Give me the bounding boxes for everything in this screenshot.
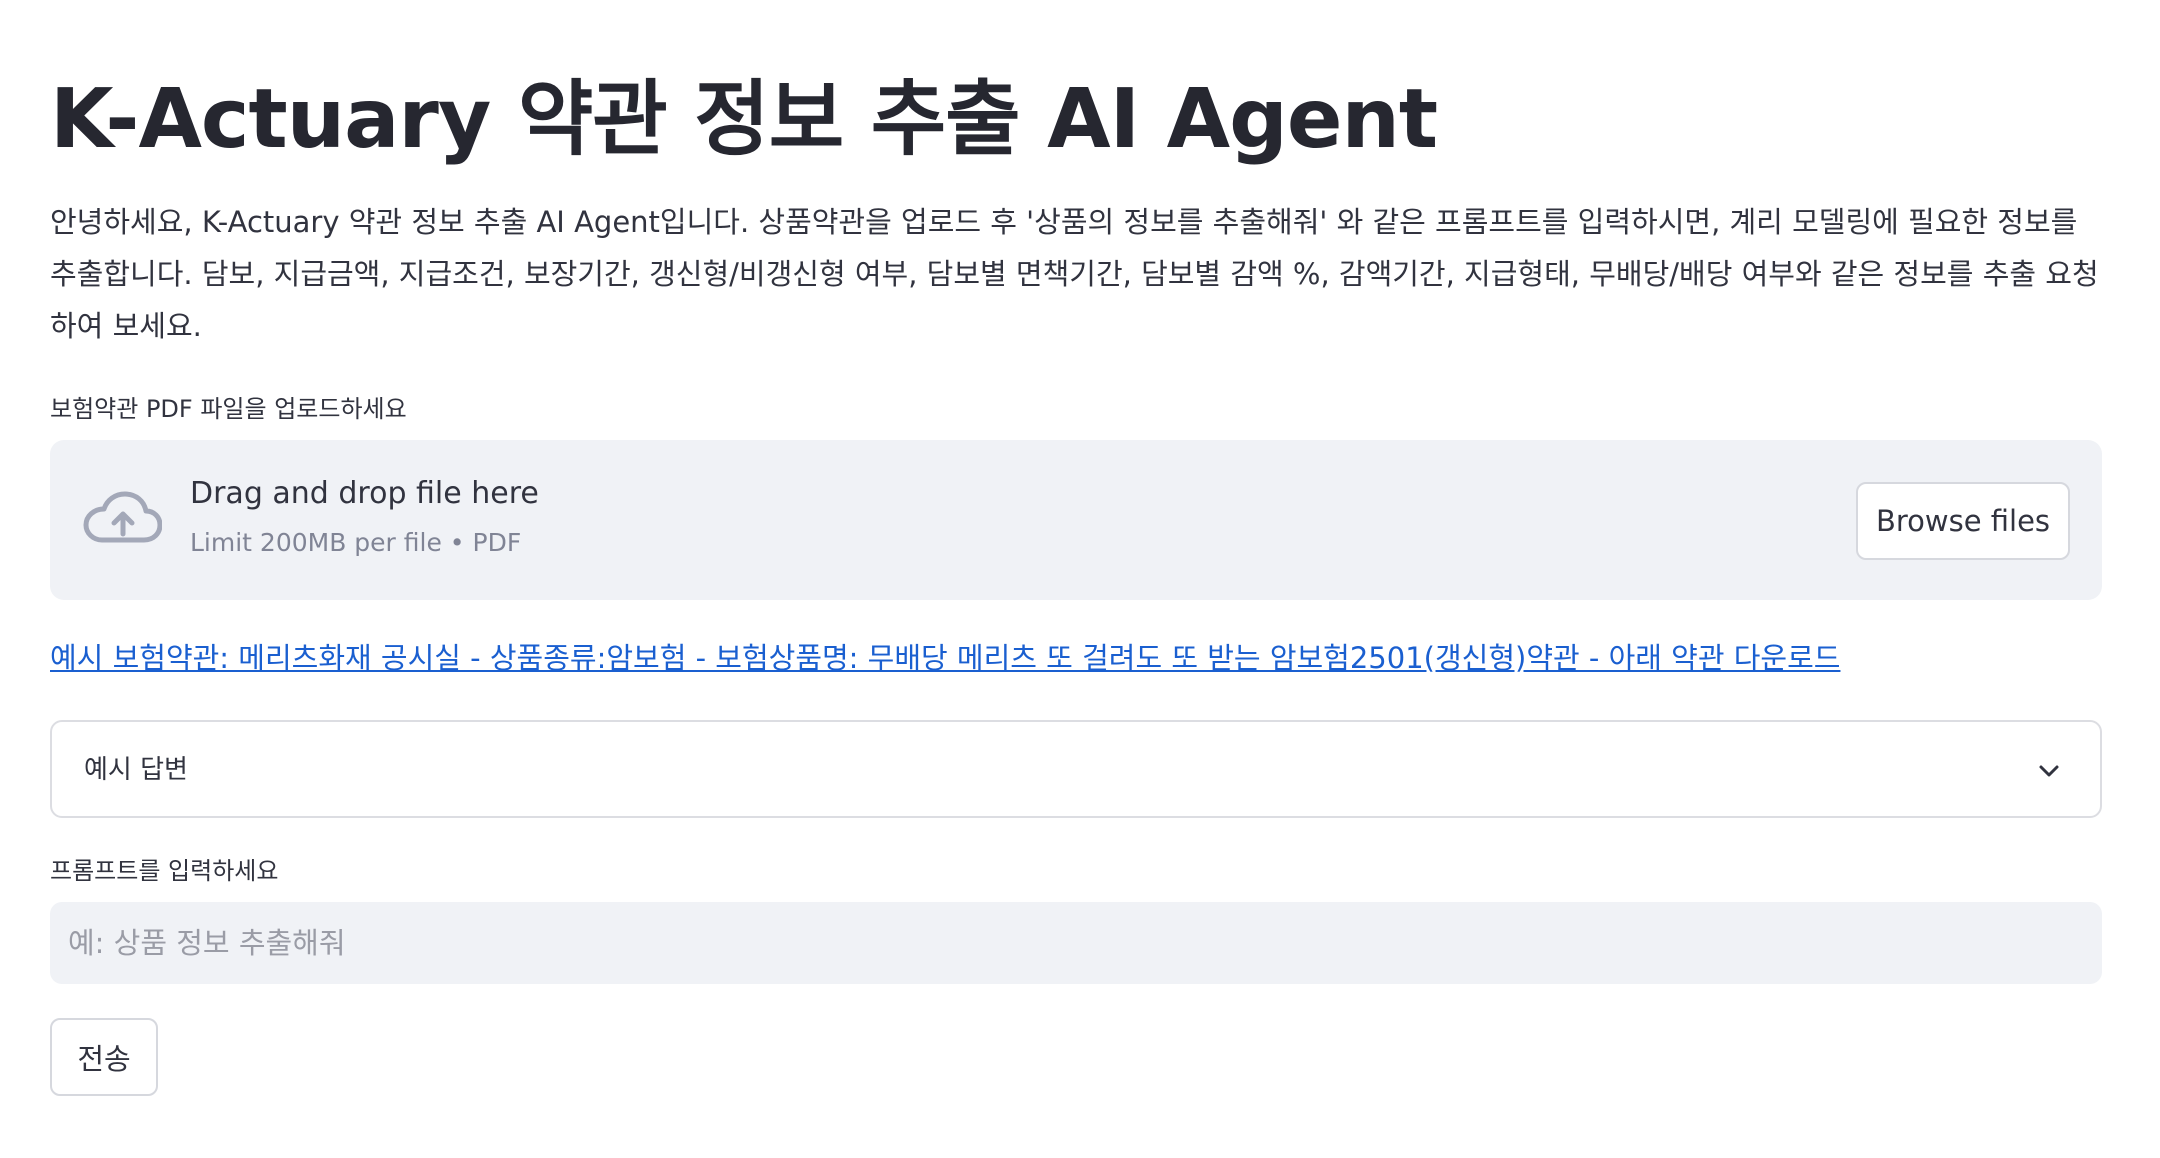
- uploader-label: 보험약관 PDF 파일을 업로드하세요: [50, 395, 407, 423]
- dropzone-instruction: Drag and drop file here: [190, 476, 539, 511]
- app-page: K-Actuary 약관 정보 추출 AI Agent 안녕하세요, K-Act…: [0, 0, 2160, 1158]
- example-terms-link[interactable]: 예시 보험약관: 메리츠화재 공시실 - 상품종류:암보험 - 보험상품명: 무…: [50, 636, 2100, 680]
- dropzone-limit: Limit 200MB per file • PDF: [190, 528, 522, 557]
- main-container: K-Actuary 약관 정보 추출 AI Agent 안녕하세요, K-Act…: [50, 0, 2102, 1096]
- prompt-input[interactable]: [50, 902, 2102, 984]
- expander-label: 예시 답변: [84, 755, 188, 785]
- dropzone-text: Drag and drop file here Limit 200MB per …: [190, 474, 539, 560]
- browse-files-button[interactable]: Browse files: [1856, 482, 2070, 560]
- page-title: K-Actuary 약관 정보 추출 AI Agent: [50, 72, 1438, 167]
- prompt-label: 프롬프트를 입력하세요: [50, 857, 279, 885]
- submit-button[interactable]: 전송: [50, 1018, 158, 1096]
- intro-text: 안녕하세요, K-Actuary 약관 정보 추출 AI Agent입니다. 상…: [50, 205, 2099, 343]
- file-dropzone[interactable]: Drag and drop file here Limit 200MB per …: [50, 440, 2102, 600]
- example-answer-expander[interactable]: 예시 답변: [50, 720, 2102, 818]
- chevron-down-icon: [2034, 756, 2064, 786]
- cloud-upload-icon: [82, 488, 163, 554]
